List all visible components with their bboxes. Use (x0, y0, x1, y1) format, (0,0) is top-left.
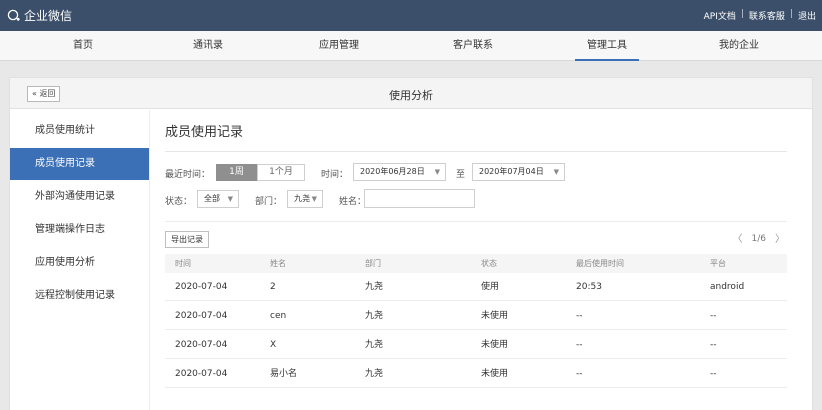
cell-status: 未使用 (481, 340, 509, 350)
column-header-platform: 平台 (710, 259, 726, 268)
to-label: 至 (456, 170, 466, 180)
caret-down-icon: ▼ (311, 195, 317, 203)
cell-time: 2020-07-04 (175, 282, 228, 292)
top-bar: 企业微信 API文档 | 联系客服 | 退出 (0, 0, 822, 31)
app-name: 企业微信 (24, 9, 73, 23)
department-label: 部门： (255, 197, 283, 207)
pagination: 〈 1/6 〉 (733, 231, 785, 248)
sidebar-item-app-usage-analysis[interactable]: 应用使用分析 (10, 247, 149, 279)
top-links: API文档 | 联系客服 | 退出 (704, 9, 816, 22)
panel-title: 使用分析 (389, 89, 433, 102)
table-header: 时间 姓名 部门 状态 最后使用时间 平台 (165, 254, 787, 273)
divider: | (740, 9, 744, 19)
usage-analysis-panel: « 返回 使用分析 成员使用统计 成员使用记录 外部沟通使用记录 管理端操作日志… (9, 77, 813, 410)
cell-status: 未使用 (481, 311, 509, 321)
divider (165, 151, 787, 152)
cell-status: 使用 (481, 282, 500, 292)
page-indicator: 1/6 (751, 234, 766, 244)
column-header-status: 状态 (481, 259, 497, 268)
name-input[interactable] (364, 189, 475, 208)
caret-down-icon: ▼ (227, 195, 233, 203)
department-value: 九尧 (294, 194, 310, 203)
recent-time-label: 最近时间： (165, 170, 211, 180)
cell-platform: -- (710, 311, 717, 321)
date-to-value: 2020年07月04日 (479, 167, 544, 176)
cell-last-used-time: 20:53 (576, 282, 602, 292)
cell-department: 九尧 (365, 340, 384, 350)
wecom-logo-icon (7, 9, 21, 22)
table-row: 2020-07-04 2 九尧 使用 20:53 android (165, 273, 787, 301)
cell-name: X (270, 340, 277, 350)
period-1-month-button[interactable]: 1个月 (257, 164, 305, 181)
column-header-department: 部门 (365, 259, 381, 268)
cell-department: 九尧 (365, 311, 384, 321)
nav-item-app-management[interactable]: 应用管理 (294, 31, 384, 61)
panel-header: « 返回 使用分析 (10, 78, 812, 109)
column-header-last-used-time: 最后使用时间 (576, 259, 624, 268)
department-select[interactable]: 九尧 ▼ (287, 190, 323, 208)
cell-last-used-time: -- (576, 311, 583, 321)
column-header-time: 时间 (175, 259, 191, 268)
name-label: 姓名： (339, 197, 367, 207)
divider (165, 221, 787, 222)
sidebar-item-remote-control-records[interactable]: 远程控制使用记录 (10, 280, 149, 312)
date-from-value: 2020年06月28日 (360, 167, 425, 176)
cell-platform: -- (710, 340, 717, 350)
cell-last-used-time: -- (576, 340, 583, 350)
caret-down-icon: ▼ (434, 168, 440, 176)
sidebar-item-member-usage-records[interactable]: 成员使用记录 (10, 148, 149, 180)
logout-link[interactable]: 退出 (798, 9, 816, 22)
cell-platform: -- (710, 369, 717, 379)
cell-department: 九尧 (365, 369, 384, 379)
cell-last-used-time: -- (576, 369, 583, 379)
table-row: 2020-07-04 cen 九尧 未使用 -- -- (165, 302, 787, 330)
app-logo[interactable]: 企业微信 (7, 7, 72, 24)
status-label: 状态： (165, 197, 193, 207)
sidebar: 成员使用统计 成员使用记录 外部沟通使用记录 管理端操作日志 应用使用分析 远程… (10, 110, 150, 410)
table-row: 2020-07-04 易小名 九尧 未使用 -- -- (165, 360, 787, 388)
nav-item-my-enterprise[interactable]: 我的企业 (694, 31, 784, 61)
cell-platform: android (710, 282, 745, 292)
table-row: 2020-07-04 X 九尧 未使用 -- -- (165, 331, 787, 359)
time-label: 时间： (321, 170, 349, 180)
content-area: 成员使用记录 最近时间： 1周 1个月 时间： 2020年06月28日 ▼ 至 … (165, 110, 795, 410)
main-nav: 首页 通讯录 应用管理 客户联系 管理工具 我的企业 (0, 31, 822, 61)
contact-support-link[interactable]: 联系客服 (749, 9, 785, 22)
caret-down-icon: ▼ (553, 168, 559, 176)
next-page-icon[interactable]: 〉 (775, 231, 785, 248)
sidebar-item-external-communication-records[interactable]: 外部沟通使用记录 (10, 181, 149, 213)
date-from-select[interactable]: 2020年06月28日 ▼ (353, 163, 446, 181)
nav-item-contacts[interactable]: 通讯录 (163, 31, 253, 61)
export-records-button[interactable]: 导出记录 (165, 231, 209, 248)
cell-department: 九尧 (365, 282, 384, 292)
cell-time: 2020-07-04 (175, 311, 228, 321)
period-1-week-button[interactable]: 1周 (216, 164, 257, 181)
divider: | (789, 9, 793, 19)
date-to-select[interactable]: 2020年07月04日 ▼ (472, 163, 565, 181)
sidebar-item-admin-operation-log[interactable]: 管理端操作日志 (10, 214, 149, 246)
nav-item-management-tools[interactable]: 管理工具 (562, 31, 652, 61)
prev-page-icon[interactable]: 〈 (733, 231, 743, 248)
cell-name: 2 (270, 282, 276, 292)
page-title: 成员使用记录 (165, 125, 244, 140)
cell-name: cen (270, 311, 287, 321)
nav-item-home[interactable]: 首页 (38, 31, 128, 61)
status-select[interactable]: 全部 ▼ (197, 190, 239, 208)
cell-time: 2020-07-04 (175, 340, 228, 350)
column-header-name: 姓名 (270, 259, 286, 268)
nav-item-customer-contact[interactable]: 客户联系 (428, 31, 518, 61)
sidebar-item-member-usage-stats[interactable]: 成员使用统计 (10, 115, 149, 147)
cell-status: 未使用 (481, 369, 509, 379)
cell-name: 易小名 (270, 369, 298, 379)
api-docs-link[interactable]: API文档 (704, 9, 736, 22)
cell-time: 2020-07-04 (175, 369, 228, 379)
status-value: 全部 (204, 194, 220, 203)
